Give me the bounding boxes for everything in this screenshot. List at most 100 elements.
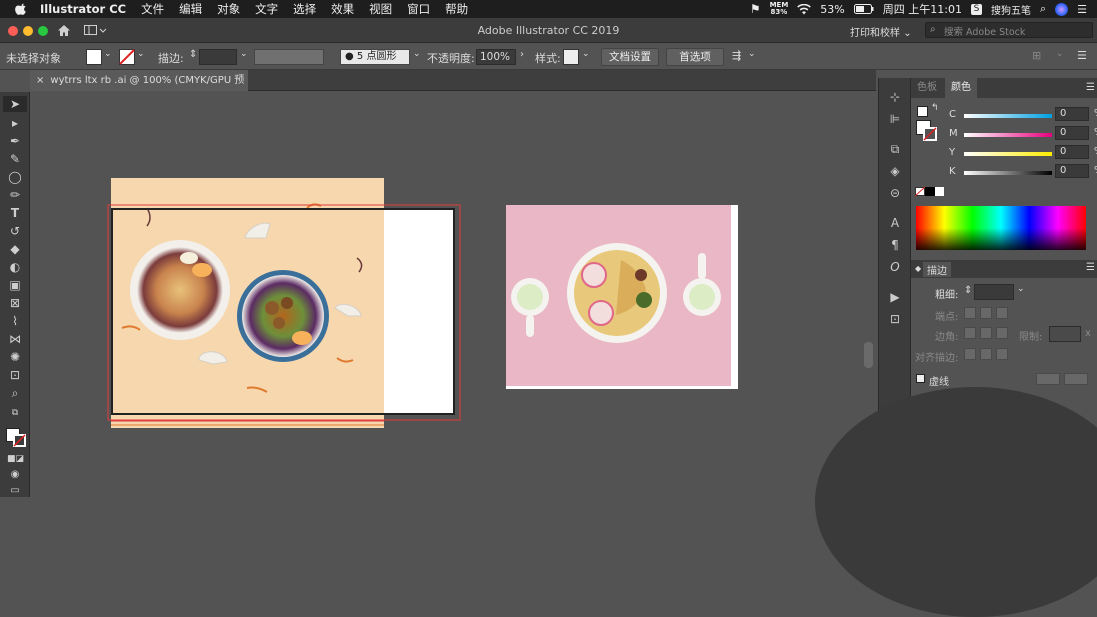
weight-field[interactable] — [974, 284, 1014, 300]
links-panel-icon[interactable]: ⊝ — [888, 186, 902, 200]
fill-swatch[interactable] — [86, 49, 102, 65]
graphic-style-swatch[interactable] — [563, 49, 579, 65]
paragraph-panel-icon[interactable]: ¶ — [888, 238, 902, 252]
preferences-button[interactable]: 首选项 — [666, 48, 724, 66]
collapse-icon[interactable]: ◆ — [915, 264, 921, 273]
spotlight-icon[interactable]: ⌕ — [1040, 2, 1046, 16]
close-tab-icon[interactable]: × — [36, 75, 44, 86]
screen-mode-icon[interactable]: ▭ — [7, 484, 23, 498]
apple-icon[interactable] — [14, 2, 28, 16]
menu-edit[interactable]: 编辑 — [179, 1, 202, 17]
projecting-cap-icon[interactable] — [996, 307, 1008, 319]
wifi-icon[interactable] — [797, 3, 812, 15]
small-fill-indicator[interactable] — [917, 106, 928, 117]
menu-effect[interactable]: 效果 — [331, 1, 354, 17]
memory-status[interactable]: MEM 83% — [770, 2, 789, 16]
chevron-right-icon[interactable]: › — [520, 49, 524, 60]
align-center-icon[interactable] — [964, 348, 976, 360]
stroke-swatch[interactable] — [119, 49, 135, 65]
chevron-down-icon[interactable]: ⌄ — [104, 49, 112, 59]
chevron-down-icon[interactable]: ⌄ — [582, 49, 590, 59]
stroke-stepper-icon[interactable]: ⇕ — [189, 49, 197, 60]
battery-icon[interactable] — [853, 4, 874, 14]
arrange-icon[interactable]: ⇶ — [732, 49, 741, 62]
color-spectrum[interactable] — [916, 206, 1086, 250]
menu-view[interactable]: 视图 — [369, 1, 392, 17]
chevron-down-icon[interactable]: ⌄ — [137, 49, 145, 59]
color-mode-icon[interactable]: ■◪ — [7, 452, 24, 466]
butt-cap-icon[interactable] — [964, 307, 976, 319]
input-method-icon[interactable]: S — [970, 3, 982, 15]
artboard-2[interactable] — [506, 205, 738, 389]
round-join-icon[interactable] — [980, 327, 992, 339]
artboard-tool-icon[interactable]: ⊡ — [7, 368, 23, 382]
magenta-slider[interactable] — [964, 133, 1052, 137]
tab-swatches[interactable]: 色板 — [911, 78, 943, 98]
chevron-down-icon[interactable]: ⌄ — [748, 49, 756, 59]
quick-swatches[interactable] — [915, 187, 945, 196]
menu-select[interactable]: 选择 — [293, 1, 316, 17]
black-slider[interactable] — [964, 171, 1052, 175]
pen-tool-icon[interactable]: ✒ — [7, 134, 23, 148]
type-tool-icon[interactable]: T — [7, 206, 23, 220]
dash-preserve-icon[interactable] — [1036, 373, 1060, 385]
document-tab[interactable]: ×wytrrs ltx rb .ai @ 100% (CMYK/GPU 预览) — [30, 70, 248, 107]
dashed-line-checkbox[interactable] — [916, 374, 925, 383]
yellow-value[interactable]: 0 — [1055, 145, 1089, 159]
chevron-down-icon[interactable]: ⌄ — [413, 49, 421, 59]
panel-menu-icon[interactable]: ☰ — [1086, 82, 1095, 93]
menu-object[interactable]: 对象 — [217, 1, 240, 17]
swap-colors-icon[interactable]: ↰ — [931, 103, 939, 113]
ellipse-tool-icon[interactable]: ◯ — [7, 170, 23, 184]
mesh-tool-icon[interactable]: ⊠ — [7, 296, 23, 310]
dash-align-icon[interactable] — [1064, 373, 1088, 385]
panel-menu-icon[interactable]: ☰ — [1077, 49, 1087, 62]
chevron-down-icon[interactable]: ⌄ — [240, 49, 248, 59]
stroke-weight-field[interactable] — [199, 49, 237, 65]
notification-center-icon[interactable]: ☰ — [1077, 3, 1087, 16]
menu-window[interactable]: 窗口 — [407, 1, 430, 17]
eraser-tool-icon[interactable]: ◆ — [7, 242, 23, 256]
drawing-modes-icon[interactable]: ◉ — [7, 468, 23, 482]
gradient-tool-icon[interactable]: ▣ — [7, 278, 23, 292]
opacity-field[interactable]: 100% — [476, 49, 516, 65]
opentype-panel-icon[interactable]: O — [888, 260, 902, 274]
actions-panel-icon[interactable]: ▶ — [888, 290, 902, 304]
align-outside-icon[interactable] — [996, 348, 1008, 360]
yellow-slider[interactable] — [964, 152, 1052, 156]
character-panel-icon[interactable]: A — [888, 216, 902, 230]
align-inside-icon[interactable] — [980, 348, 992, 360]
panel-menu-icon[interactable]: ☰ — [1086, 262, 1095, 273]
stock-search-field[interactable]: ⌕ 搜索 Adobe Stock — [925, 22, 1093, 38]
brush-definition[interactable]: ● 5 点圆形 — [340, 49, 410, 65]
document-setup-button[interactable]: 文档设置 — [601, 48, 659, 66]
curvature-tool-icon[interactable]: ✎ — [7, 152, 23, 166]
symbol-sprayer-tool-icon[interactable]: ✺ — [7, 350, 23, 364]
eyedropper-tool-icon[interactable]: ⌇ — [7, 314, 23, 328]
menu-app-name[interactable]: Illustrator CC — [40, 2, 126, 16]
default-colors-icon[interactable]: ⧉ — [7, 406, 23, 420]
bevel-join-icon[interactable] — [996, 327, 1008, 339]
black-value[interactable]: 0 — [1055, 164, 1089, 178]
siri-icon[interactable] — [1055, 2, 1069, 16]
export-panel-icon[interactable]: ⊡ — [888, 312, 902, 326]
stroke-color-indicator[interactable] — [13, 434, 26, 447]
zoom-tool-icon[interactable]: ⌕ — [7, 386, 23, 400]
variable-width-profile[interactable] — [254, 49, 324, 65]
cyan-value[interactable]: 0 — [1055, 107, 1089, 121]
selection-tool-icon[interactable]: ➤ — [7, 97, 23, 111]
rotate-tool-icon[interactable]: ↺ — [7, 224, 23, 238]
shape-builder-tool-icon[interactable]: ◐ — [7, 260, 23, 274]
menu-type[interactable]: 文字 — [255, 1, 278, 17]
menu-help[interactable]: 帮助 — [445, 1, 468, 17]
artboard-1[interactable] — [107, 178, 467, 428]
transform-panel-icon[interactable]: ⊹ — [888, 90, 902, 104]
limit-field[interactable] — [1049, 326, 1081, 342]
chevron-down-icon[interactable]: ⌄ — [1017, 284, 1025, 294]
align-icon[interactable]: ⊞ — [1032, 49, 1041, 62]
canvas[interactable] — [30, 92, 876, 497]
workspace-switcher[interactable]: 打印和校样 ⌄ — [850, 24, 912, 39]
chevron-down-icon[interactable]: ⌄ — [1056, 49, 1064, 59]
direct-selection-tool-icon[interactable]: ▸ — [7, 116, 23, 130]
align-panel-icon[interactable]: ⊫ — [888, 112, 902, 126]
